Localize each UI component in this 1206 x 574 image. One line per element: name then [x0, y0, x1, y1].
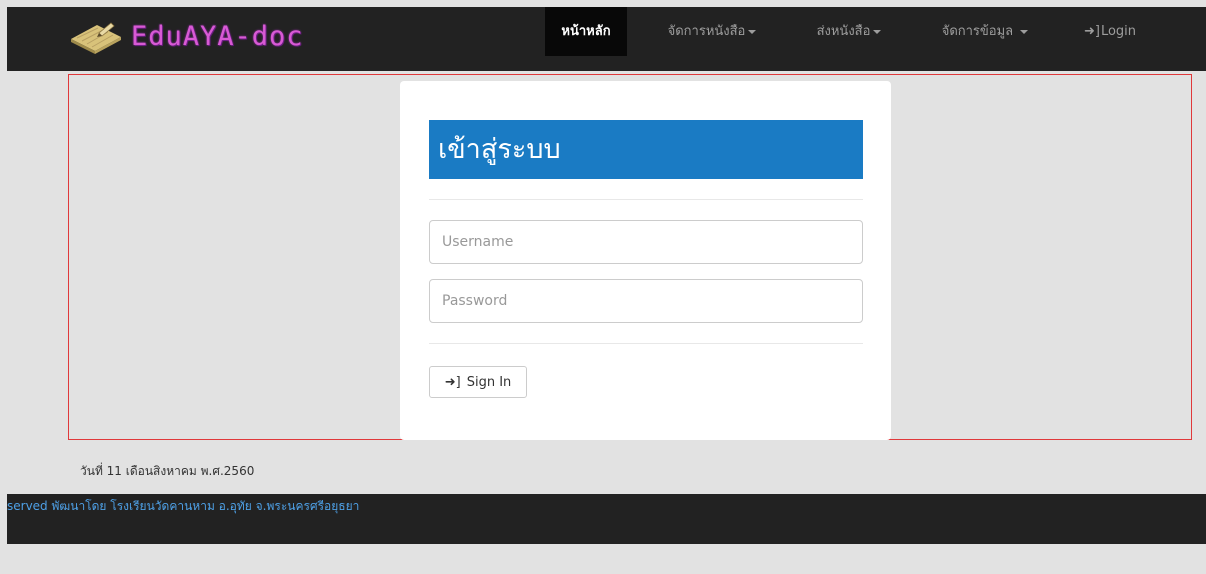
username-input[interactable] [429, 220, 863, 264]
nav-manage-books-label: จัดการหนังสือ [667, 24, 746, 39]
book-icon [71, 22, 121, 54]
login-icon: ➜] [1083, 24, 1100, 39]
nav-login[interactable]: ➜]Login [1075, 7, 1145, 56]
nav-manage-books-dropdown[interactable]: จัดการหนังสือ [652, 7, 772, 56]
sign-in-label: Sign In [466, 374, 512, 390]
page: EduAYA-doc หน้าหลัก จัดการหนังสือ ส่งหนั… [7, 7, 1206, 574]
footer-credit: served พัฒนาโดย โรงเรียนวัดคานหาม อ.อุทั… [7, 499, 360, 513]
current-date: วันที่ 11 เดือนสิงหาคม พ.ศ.2560 [80, 464, 255, 478]
divider [429, 343, 863, 344]
nav-home-label: หน้าหลัก [561, 24, 611, 39]
password-input[interactable] [429, 279, 863, 323]
brand-link[interactable]: EduAYA-doc [67, 16, 304, 56]
nav-send-books-dropdown[interactable]: ส่งหนังสือ [799, 7, 899, 56]
login-title: เข้าสู่ระบบ [429, 120, 863, 179]
nav-login-label: Login [1100, 24, 1137, 39]
sign-in-button[interactable]: ➜] Sign In [429, 366, 527, 398]
nav-send-books-label: ส่งหนังสือ [816, 24, 871, 39]
nav-manage-data-dropdown[interactable]: จัดการข้อมูล [925, 7, 1045, 56]
caret-down-icon [748, 29, 757, 34]
caret-down-icon [873, 29, 882, 34]
top-navbar: EduAYA-doc หน้าหลัก จัดการหนังสือ ส่งหนั… [7, 7, 1206, 71]
footer: served พัฒนาโดย โรงเรียนวัดคานหาม อ.อุทั… [7, 494, 1206, 544]
login-panel: เข้าสู่ระบบ ➜] Sign In [400, 81, 891, 440]
brand-name: EduAYA-doc [131, 20, 304, 52]
nav-manage-data-label: จัดการข้อมูล [941, 24, 1014, 39]
caret-down-icon [1020, 29, 1029, 34]
login-icon: ➜] [444, 374, 461, 390]
divider [429, 199, 863, 200]
nav-home[interactable]: หน้าหลัก [545, 7, 627, 56]
